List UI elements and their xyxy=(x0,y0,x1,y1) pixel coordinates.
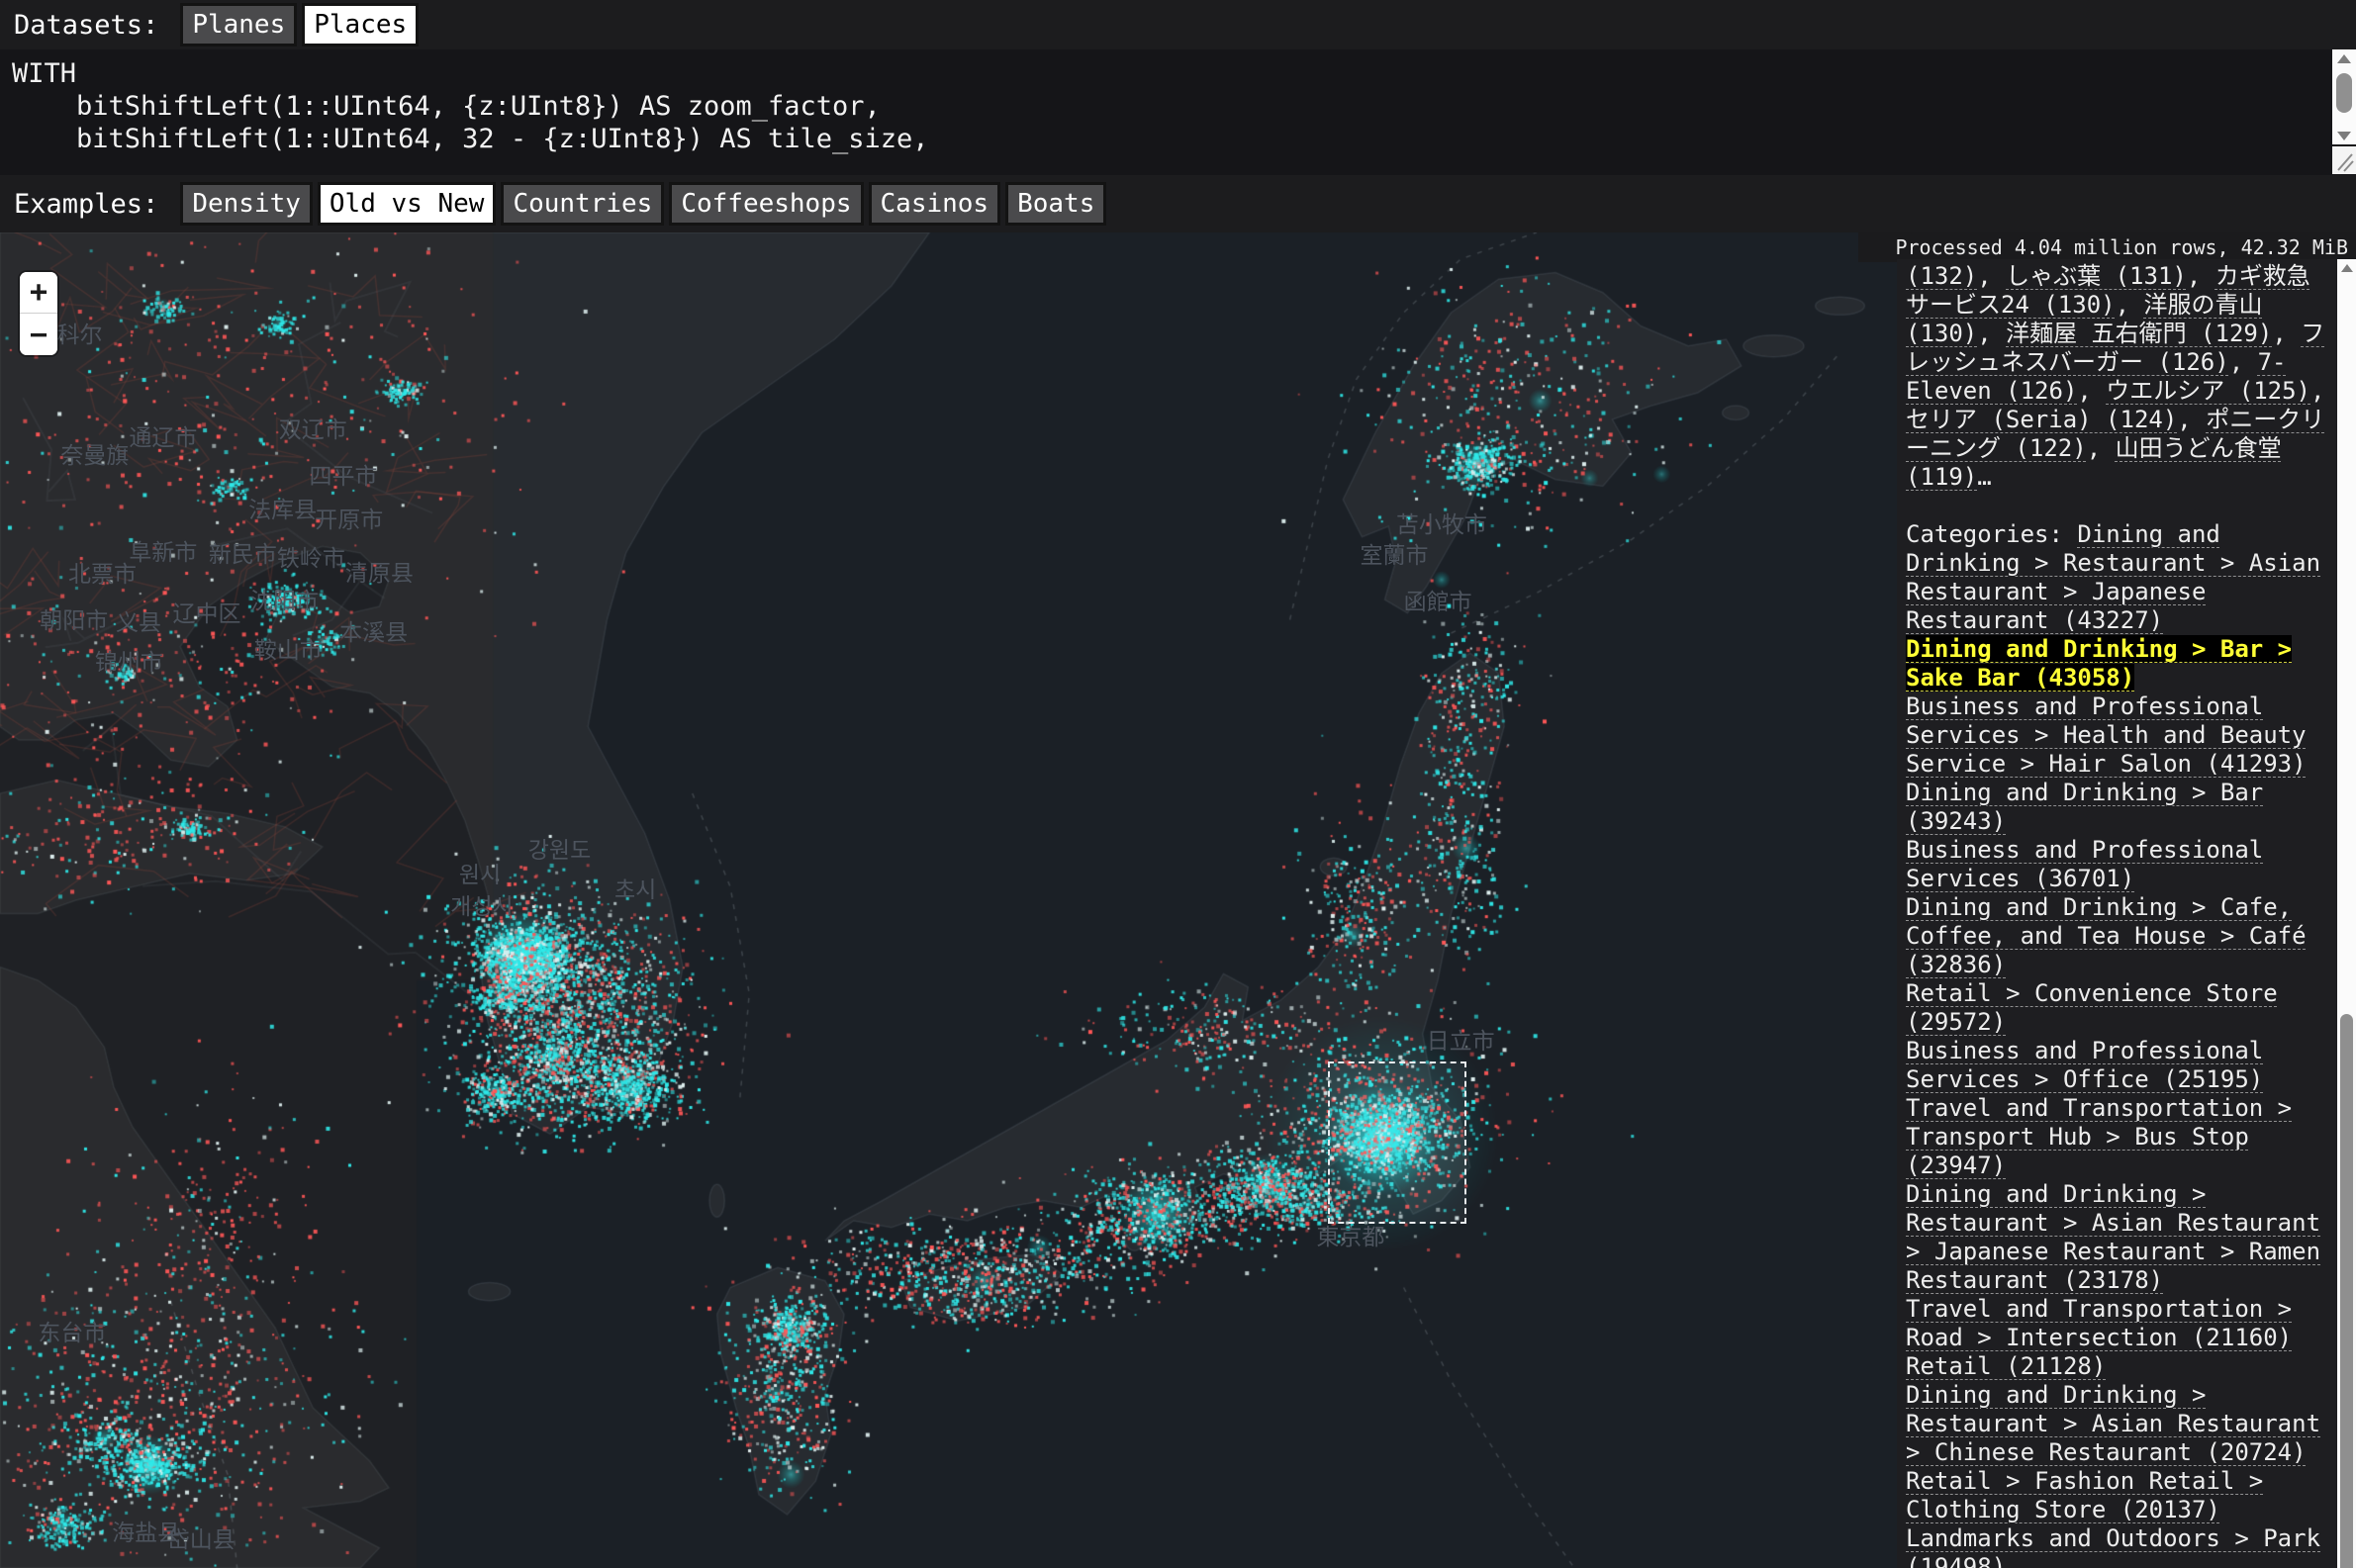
results-sidebar: (132), しゃぶ葉 (131), カギ救急サービス24 (130), 洋服の… xyxy=(1897,259,2337,1568)
sql-editor[interactable]: WITH bitShiftLeft(1::UInt64, {z:UInt8}) … xyxy=(0,49,2356,175)
button-boats[interactable]: Boats xyxy=(1005,182,1106,226)
sidebar-scrollbar[interactable] xyxy=(2337,259,2356,1568)
category-link[interactable]: Landmarks and Outdoors > Park (19498) xyxy=(1906,1524,2320,1568)
name-link[interactable]: しゃぶ葉 (131) xyxy=(2006,262,2187,290)
category-link[interactable]: Business and Professional Services (3670… xyxy=(1906,836,2263,892)
category-link[interactable]: Dining and Drinking > Restaurant > Asian… xyxy=(1906,1381,2320,1466)
category-link[interactable]: Dining and Drinking > Bar (39243) xyxy=(1906,779,2263,835)
name-link[interactable]: (132) xyxy=(1906,262,1977,290)
name-link[interactable]: 洋麺屋 五右衛門 (129) xyxy=(2006,320,2272,347)
examples-label: Examples: xyxy=(14,189,158,220)
button-coffeeshops[interactable]: Coffeeshops xyxy=(669,182,863,226)
sql-editor-text[interactable]: WITH bitShiftLeft(1::UInt64, {z:UInt8}) … xyxy=(0,49,2356,175)
category-link[interactable]: Business and Professional Services > Hea… xyxy=(1906,692,2307,778)
button-casinos[interactable]: Casinos xyxy=(869,182,1001,226)
main-area: 科尔通辽市双辽市四平市奈曼旗法库县开原市阜新市新民市铁岭市清原县北票市沈阳市辽中… xyxy=(0,232,2356,1568)
categories-label: Categories: xyxy=(1906,520,2077,548)
scroll-up-icon[interactable] xyxy=(2332,49,2356,67)
map-canvas[interactable]: 科尔通辽市双辽市四平市奈曼旗法库县开原市阜新市新民市铁岭市清原县北票市沈阳市辽中… xyxy=(0,232,1897,1568)
datasets-bar: Datasets: PlanesPlaces xyxy=(0,0,2356,49)
button-countries[interactable]: Countries xyxy=(501,182,664,226)
scroll-down-icon[interactable] xyxy=(2332,127,2356,144)
button-places[interactable]: Places xyxy=(302,3,419,46)
sidebar-scrollbar-thumb[interactable] xyxy=(2340,1014,2353,1568)
datasets-buttons: PlanesPlaces xyxy=(180,3,424,46)
category-link[interactable]: Retail (21128) xyxy=(1906,1352,2106,1380)
category-link[interactable]: Dining and Drinking > Restaurant > Asian… xyxy=(1906,1180,2320,1294)
examples-bar: Examples: DensityOld vs NewCountriesCoff… xyxy=(0,175,2356,232)
zoom-control: + − xyxy=(20,272,57,355)
scroll-up-icon[interactable] xyxy=(2337,259,2356,277)
button-density[interactable]: Density xyxy=(180,182,313,226)
button-old-vs-new[interactable]: Old vs New xyxy=(318,182,497,226)
category-link[interactable]: Travel and Transportation > Road > Inter… xyxy=(1906,1295,2292,1351)
status-bar: Processed 4.04 million rows, 42.32 MiB xyxy=(1858,232,2356,262)
name-link[interactable]: ウエルシア (125) xyxy=(2106,377,2310,405)
zoom-out-button[interactable]: − xyxy=(20,314,57,355)
category-link-highlighted[interactable]: Dining and Drinking > Bar > Sake Bar (43… xyxy=(1906,635,2292,692)
button-planes[interactable]: Planes xyxy=(180,3,297,46)
zoom-in-button[interactable]: + xyxy=(20,272,57,314)
datasets-label: Datasets: xyxy=(14,10,158,41)
top-names-list: (132), しゃぶ葉 (131), カギ救急サービス24 (130), 洋服の… xyxy=(1906,262,2333,492)
category-link[interactable]: Travel and Transportation > Transport Hu… xyxy=(1906,1094,2292,1179)
categories-list: Categories: Dining and Drinking > Restau… xyxy=(1906,520,2333,1568)
editor-scrollbar-thumb[interactable] xyxy=(2336,73,2352,113)
category-link[interactable]: Dining and Drinking > Cafe, Coffee, and … xyxy=(1906,893,2307,978)
examples-buttons: DensityOld vs NewCountriesCoffeeshopsCas… xyxy=(180,182,1111,226)
category-link[interactable]: Retail > Fashion Retail > Clothing Store… xyxy=(1906,1467,2263,1523)
category-link[interactable]: Retail > Convenience Store (29572) xyxy=(1906,979,2278,1036)
tile-selection-rect[interactable] xyxy=(1328,1061,1466,1223)
editor-scrollbar[interactable] xyxy=(2332,49,2356,144)
resize-grip-icon[interactable] xyxy=(2332,146,2356,174)
category-link[interactable]: Business and Professional Services > Off… xyxy=(1906,1037,2263,1093)
name-link[interactable]: セリア (Seria) (124) xyxy=(1906,406,2177,433)
